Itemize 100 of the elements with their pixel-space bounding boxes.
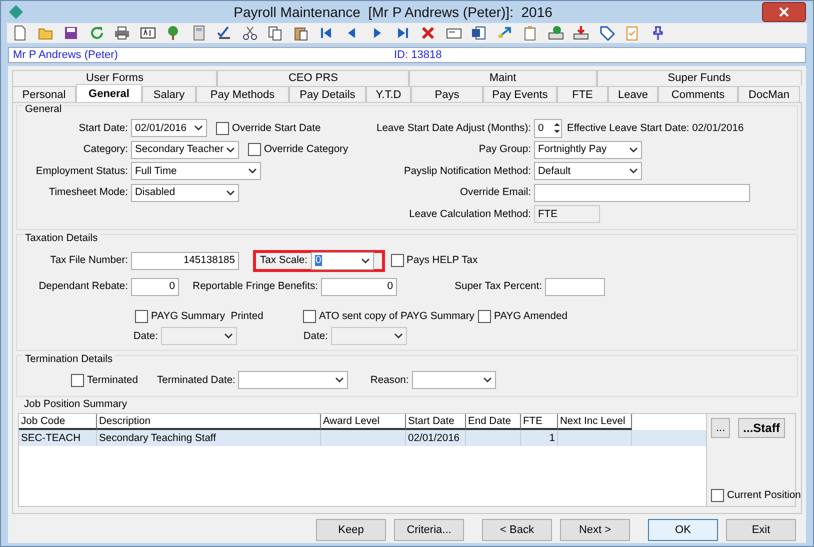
tab[interactable]: Personal [12, 86, 76, 102]
readonly-field: FTE [534, 205, 600, 224]
field-label: Reportable Fringe Benefits: [192, 281, 319, 292]
tab[interactable]: CEO PRS [217, 70, 409, 86]
column-header[interactable]: Job Code [19, 414, 97, 430]
caret-icon [226, 190, 235, 196]
dropdown[interactable]: Secondary Teacher [131, 140, 239, 159]
ellipsis-button[interactable]: ... [711, 418, 730, 438]
caret-icon [629, 168, 638, 174]
dialog-button[interactable]: OK [648, 519, 718, 541]
input-field[interactable]: 0 [131, 278, 179, 296]
app-icon [8, 4, 24, 20]
checkbox[interactable] [303, 310, 316, 323]
input-field[interactable] [545, 278, 605, 296]
dialog-button[interactable]: Keep [316, 519, 386, 541]
table-cell: Secondary Teaching Staff [97, 430, 321, 446]
table-cell: 02/01/2016 [406, 430, 466, 446]
tab[interactable]: Pay Events [483, 86, 557, 102]
spinner-arrows-icon[interactable] [553, 121, 561, 136]
table-cell: 1 [521, 430, 558, 446]
caret-icon [482, 377, 492, 383]
input-field[interactable] [534, 184, 750, 202]
dropdown[interactable]: Disabled [131, 184, 239, 202]
tab[interactable]: Leave [608, 86, 658, 102]
staff-button[interactable]: ...Staff [738, 418, 785, 438]
tab[interactable]: Pays [411, 86, 483, 102]
effective-date-text: Effective Leave Start Date: 02/01/2016 [567, 122, 744, 134]
field-label: Payslip Notification Method: [402, 166, 532, 177]
input-field[interactable]: 145138185 [131, 252, 239, 270]
field-label: Tax File Number: [49, 255, 129, 266]
checkbox-label: PAYG Summary Printed [151, 311, 264, 322]
caret-icon [248, 168, 257, 174]
dropdown[interactable]: 0 [310, 252, 374, 270]
dropdown[interactable]: Full Time [131, 162, 261, 180]
column-header[interactable]: Award Level [321, 414, 406, 430]
checkbox-label: Terminated [87, 374, 138, 386]
field-label: Terminated Date: [157, 374, 236, 386]
number-spinner[interactable]: 0 [534, 118, 562, 138]
checkbox-label: Pays HELP Tax [406, 255, 478, 266]
field-label: Pay Group: [478, 144, 532, 156]
column-header[interactable]: FTE [521, 414, 558, 430]
column-header[interactable]: Start Date [406, 414, 466, 430]
group-title: Taxation Details [23, 233, 100, 244]
checkbox[interactable] [478, 310, 491, 323]
checkbox[interactable] [248, 143, 261, 156]
field-label: Date: [302, 330, 329, 342]
field-label: Leave Start Date Adjust (Months): [375, 122, 532, 134]
tab[interactable]: FTE [557, 86, 608, 102]
field-label: Category: [82, 144, 129, 156]
column-header[interactable]: End Date [466, 414, 521, 430]
dialog-button[interactable]: Exit [726, 519, 796, 541]
checkbox[interactable] [711, 489, 724, 502]
dialog-button[interactable]: < Back [482, 519, 552, 541]
tab[interactable]: General [76, 84, 142, 102]
dropdown[interactable]: 02/01/2016 [131, 119, 207, 138]
employee-name: Mr P Andrews (Peter) [13, 48, 119, 61]
field-label: Super Tax Percent: [454, 281, 543, 292]
checkbox-label: ATO sent copy of PAYG Summary [319, 311, 474, 322]
tab[interactable]: User Forms [12, 70, 218, 86]
checkbox[interactable] [390, 254, 404, 267]
tab[interactable]: DocMan [738, 86, 800, 102]
input-field[interactable]: 0 [321, 278, 397, 296]
tab[interactable]: Salary [142, 86, 196, 102]
caret-icon [335, 377, 344, 383]
checkbox[interactable] [71, 374, 84, 386]
field-label: Start Date: [78, 122, 129, 134]
tab[interactable]: Pay Details [289, 86, 366, 102]
group-title: Termination Details [23, 354, 115, 365]
group-title: General [23, 104, 64, 114]
group-title: Job Position Summary [22, 399, 130, 410]
dropdown[interactable]: Fortnightly Pay [534, 140, 642, 159]
field-label: Leave Calculation Method: [408, 208, 532, 220]
checkbox[interactable] [216, 122, 229, 135]
caret-icon [226, 146, 235, 153]
caret-icon [394, 333, 403, 339]
tab[interactable]: Super Funds [596, 70, 802, 86]
field-label: Override Email: [459, 187, 532, 198]
dialog-button[interactable]: Next > [560, 519, 630, 541]
checkbox-label: Override Start Date [232, 122, 321, 134]
caret-icon [629, 146, 638, 153]
dialog-button[interactable]: Criteria... [394, 519, 464, 541]
field-label: Date: [132, 330, 159, 342]
close-button[interactable] [762, 2, 806, 22]
column-header[interactable]: Next Inc Level [558, 414, 632, 430]
field-label: Tax Scale: [260, 255, 309, 266]
dropdown[interactable]: Default [534, 162, 642, 180]
tab[interactable]: Maint [409, 70, 597, 86]
checkbox-label: Override Category [264, 144, 348, 156]
caret-icon [224, 333, 233, 339]
close-icon[interactable] [779, 6, 789, 17]
tab[interactable]: Pay Methods [196, 86, 289, 102]
tab[interactable]: Comments [658, 86, 738, 102]
employee-id: ID: 13818 [394, 48, 442, 61]
field-label: Dependant Rebate: [38, 281, 129, 292]
checkbox[interactable] [135, 310, 148, 323]
column-header[interactable]: Description [97, 414, 321, 430]
table-row[interactable]: SEC-TEACH Secondary Teaching Staff 02/01/2016 1 [19, 430, 706, 446]
checkbox-label: PAYG Amended [494, 311, 568, 322]
tab[interactable]: Y.T.D [366, 86, 411, 102]
table-cell: SEC-TEACH [19, 430, 97, 446]
